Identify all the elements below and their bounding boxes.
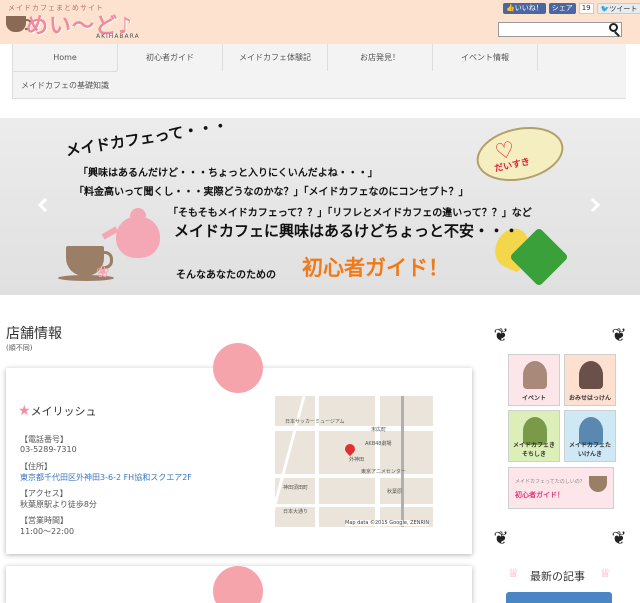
map-road — [315, 396, 319, 527]
thumbs-up-icon: 👍 — [506, 4, 515, 12]
teacup-icon — [6, 16, 32, 32]
banner-basics[interactable]: メイドカフェきそちしき — [508, 410, 560, 462]
access-value: 秋葉原駅より徒歩8分 — [20, 500, 97, 509]
search-button[interactable] — [606, 21, 623, 38]
shop-card: ★メイリッシュ 【電話番号】 03-5289-7310 【住所】 東京都千代田区… — [6, 368, 472, 554]
slider-headline: 初心者ガイド！ — [302, 256, 449, 280]
maid-figure-icon — [579, 361, 603, 389]
search-icon-handle — [614, 31, 620, 37]
latest-articles-title: 最新の記事 — [530, 570, 585, 583]
hours-label: 【営業時間】 — [20, 516, 68, 525]
banner-subtext: メイドカフェってたのしいの？ — [515, 479, 585, 485]
slider-heading: メイドカフェって・・・ — [64, 118, 230, 160]
slider-prev-arrow[interactable] — [37, 197, 53, 213]
banner-label: イベント — [521, 395, 546, 402]
search-icon — [609, 23, 618, 32]
phone-value: 03-5289-7310 — [20, 445, 77, 454]
map-label: 日本大通り — [283, 509, 309, 515]
banner-label: メイドカフェたいけんき — [568, 442, 611, 458]
nav-item-blank — [537, 44, 626, 71]
shop-name[interactable]: ★メイリッシュ — [18, 403, 97, 419]
crown-icon: ♕ — [508, 566, 519, 580]
pink-circle-decoration — [213, 343, 263, 393]
facebook-share-button[interactable]: シェア — [548, 3, 576, 14]
nav-item-basics[interactable]: メイドカフェの基礎知識 — [12, 71, 117, 98]
facebook-like-button[interactable]: 👍いいね！ — [503, 3, 546, 14]
latest-articles-bar — [506, 592, 612, 603]
slider-line-1: 「興味はあるんだけど・・・ちょっと入りにくいんだよね・・・」 — [78, 168, 378, 179]
map-label: 秋葉原 — [387, 489, 403, 495]
site-logo[interactable]: メイドカフェまとめサイト めい〜ど♪ AKIHABARA — [4, 2, 164, 42]
address-link[interactable]: 東京都千代田区外神田3-6-2 FH協和スクエア2F — [20, 472, 192, 483]
map-label: AKB48劇場 — [365, 441, 392, 447]
flourish-icon: ❦ — [611, 325, 627, 346]
ribbon-icon: ❀ — [96, 262, 110, 281]
site-header: メイドカフェまとめサイト めい〜ど♪ AKIHABARA 👍いいね！ シェア 1… — [0, 0, 640, 44]
nav-item-experience[interactable]: メイドカフェ体験記 — [222, 44, 327, 71]
banner-label: メイドカフェきそちしき — [512, 442, 555, 458]
social-buttons: 👍いいね！ シェア 19 🐦ツイート 2 — [503, 3, 640, 14]
access-label: 【アクセス】 — [20, 489, 68, 498]
banner-experience[interactable]: メイドカフェたいけんき — [564, 410, 616, 462]
teacup-icon — [589, 476, 607, 492]
map-road — [275, 426, 433, 431]
banner-label: 初心者ガイド！ — [515, 491, 564, 499]
map-road — [375, 396, 380, 527]
like-label: いいね！ — [514, 4, 543, 12]
map-label: 東京アニメセンター — [361, 469, 406, 475]
map-road — [275, 474, 433, 478]
hero-slider[interactable]: メイドカフェって・・・ 「興味はあるんだけど・・・ちょっと入りにくいんだよね・・… — [0, 118, 640, 295]
maid-figure-icon — [523, 361, 547, 389]
nav-item-events[interactable]: イベント情報 — [432, 44, 537, 71]
banner-beginner-guide[interactable]: メイドカフェってたのしいの？ 初心者ガイド！ — [508, 467, 614, 509]
map-label: 日本サッカーミュージアム — [285, 419, 345, 425]
star-icon: ★ — [18, 403, 31, 419]
hours-value: 11:00〜22:00 — [20, 527, 75, 536]
tweet-button[interactable]: 🐦ツイート — [596, 3, 640, 14]
address-label: 【住所】 — [20, 462, 52, 471]
slider-line-3: 「そもそもメイドカフェって？？」「リフレとメイドカフェの違いって？？」など — [168, 208, 532, 219]
search-input[interactable] — [498, 22, 622, 37]
banner-event[interactable]: イベント — [508, 354, 560, 406]
map-credit: Map data ©2015 Google, ZENRIN — [345, 520, 430, 526]
nav-item-beginner-guide[interactable]: 初心者ガイド — [117, 44, 222, 71]
banner-label: おみせはっけん — [568, 395, 611, 402]
slider-line-4: メイドカフェに興味はあるけどちょっと不安・・・ — [174, 222, 520, 240]
nav-item-shop-discovery[interactable]: お店発見！ — [327, 44, 432, 71]
daisuki-badge: ♡ だいすき — [471, 119, 569, 189]
flourish-icon: ❦ — [611, 528, 627, 549]
main-navigation: Home 初心者ガイド メイドカフェ体験記 お店発見！ イベント情報 メイドカフ… — [12, 44, 626, 99]
tweet-label: ツイート — [609, 5, 638, 13]
logo-area: AKIHABARA — [96, 33, 140, 40]
crown-icon: ♕ — [600, 566, 611, 580]
slider-line-2: 「料金高いって聞くし・・・実際どうなのかな？」「メイドカフェなのにコンセプト？」 — [74, 187, 469, 198]
map-label: 外神田 — [349, 457, 365, 463]
shop-map[interactable]: 日本サッカーミュージアム 外神田 AKB48劇場 東京アニメセンター 秋葉原 神… — [275, 396, 433, 527]
slider-line-5: そんなあなたのための — [176, 270, 276, 281]
map-road — [275, 504, 433, 507]
map-railway — [401, 396, 404, 527]
map-label: 神田須田町 — [283, 485, 309, 491]
map-label: 末広町 — [371, 427, 387, 433]
banner-shop-discovery[interactable]: おみせはっけん — [564, 354, 616, 406]
slider-next-arrow[interactable] — [585, 197, 601, 213]
flourish-icon: ❦ — [493, 528, 509, 549]
section-title: 店舗情報 — [6, 326, 62, 342]
section-subtitle: (順不同) — [6, 344, 33, 352]
flourish-icon: ❦ — [493, 325, 509, 346]
share-count: 19 — [578, 3, 594, 14]
nav-item-home[interactable]: Home — [12, 44, 117, 71]
map-pin-icon[interactable] — [342, 441, 358, 457]
shop-name-text: メイリッシュ — [30, 405, 97, 418]
teapot-icon — [101, 208, 160, 258]
phone-label: 【電話番号】 — [20, 435, 68, 444]
